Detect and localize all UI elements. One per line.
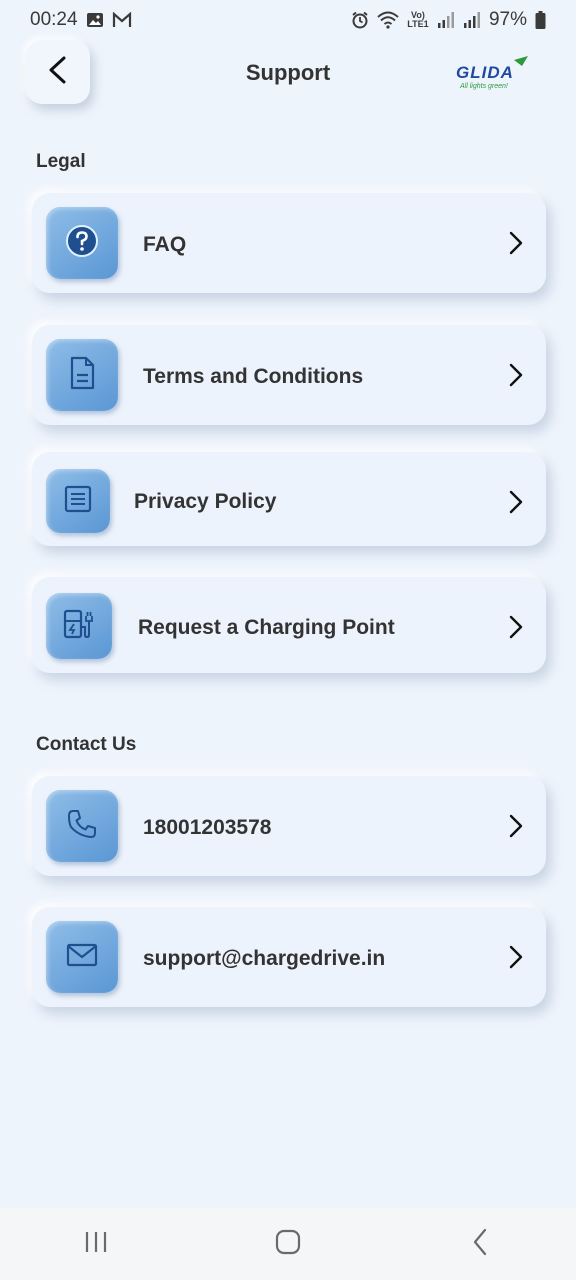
network-type-label: Vo) LTE1 <box>407 10 429 29</box>
charging-station-icon <box>62 607 96 646</box>
email-label: support@chargedrive.in <box>143 947 386 970</box>
recent-apps-icon <box>83 1230 109 1259</box>
logo-tagline: All lights green! <box>459 83 508 90</box>
gmail-icon <box>112 12 132 28</box>
terms-icon-tile <box>46 339 118 411</box>
chevron-right-icon <box>504 615 528 639</box>
privacy-icon-tile <box>46 469 110 533</box>
list-document-icon <box>63 484 93 519</box>
home-button[interactable] <box>258 1214 318 1274</box>
alarm-icon <box>351 11 369 29</box>
signal-icon <box>437 12 455 28</box>
section-label-contact: Contact Us <box>36 734 137 755</box>
chevron-right-icon <box>504 231 528 255</box>
system-back-button[interactable] <box>450 1214 510 1274</box>
battery-percent: 97% <box>488 9 527 30</box>
mail-icon <box>65 941 99 974</box>
recent-apps-button[interactable] <box>66 1214 126 1274</box>
phone-card[interactable]: 18001203578 <box>32 776 546 876</box>
battery-icon <box>535 11 546 29</box>
chevron-right-icon <box>504 490 528 514</box>
header: Support GLIDA All lights green! <box>0 40 576 110</box>
charging-point-card[interactable]: Request a Charging Point <box>32 577 546 673</box>
phone-icon <box>66 808 98 845</box>
signal-icon-2 <box>463 12 481 28</box>
wifi-icon <box>377 11 399 29</box>
phone-number-label: 18001203578 <box>143 816 272 839</box>
privacy-label: Privacy Policy <box>134 490 277 513</box>
section-label-legal: Legal <box>36 151 86 172</box>
charging-point-label: Request a Charging Point <box>138 616 395 639</box>
glida-logo: GLIDA All lights green! <box>452 54 536 94</box>
email-card[interactable]: support@chargedrive.in <box>32 907 546 1007</box>
home-icon <box>275 1229 301 1260</box>
chevron-right-icon <box>504 814 528 838</box>
document-icon <box>67 356 97 395</box>
status-right: Vo) LTE1 97% <box>351 9 546 31</box>
system-nav-bar <box>0 1208 576 1280</box>
status-left: 00:24 <box>30 9 132 31</box>
status-bar: 00:24 Vo) LTE1 97% <box>0 0 576 40</box>
phone-icon-tile <box>46 790 118 862</box>
faq-card[interactable]: FAQ <box>32 193 546 293</box>
terms-label: Terms and Conditions <box>143 365 364 388</box>
logo-wordmark: GLIDA <box>456 63 514 82</box>
mail-icon-tile <box>46 921 118 993</box>
status-time: 00:24 <box>30 9 78 30</box>
charging-icon-tile <box>46 593 112 659</box>
system-back-icon <box>471 1228 489 1261</box>
terms-card[interactable]: Terms and Conditions <box>32 325 546 425</box>
gallery-icon <box>86 12 104 28</box>
question-icon <box>65 224 99 263</box>
privacy-card[interactable]: Privacy Policy <box>32 452 546 546</box>
chevron-right-icon <box>504 363 528 387</box>
faq-icon-tile <box>46 207 118 279</box>
faq-label: FAQ <box>143 233 187 256</box>
chevron-right-icon <box>504 945 528 969</box>
